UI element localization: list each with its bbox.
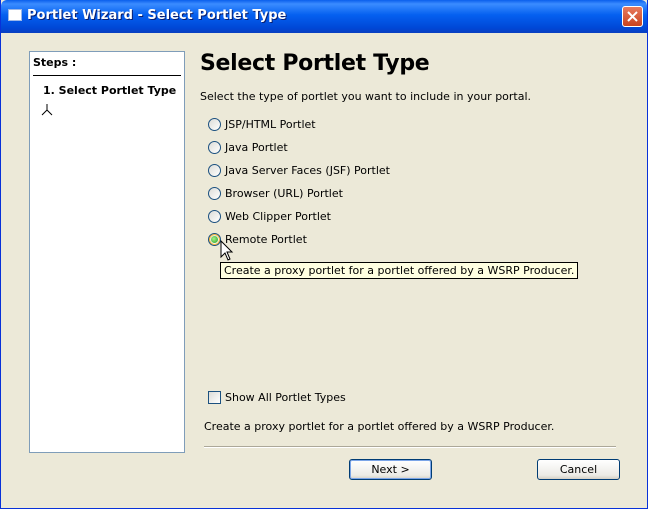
button-separator <box>204 446 616 448</box>
steps-header: Steps : <box>33 56 77 69</box>
cancel-button[interactable]: Cancel <box>537 459 620 480</box>
steps-panel: Steps : 1. Select Portlet Type <box>29 51 185 453</box>
radio-button[interactable] <box>208 141 221 154</box>
radio-selected-dot <box>211 236 218 243</box>
page-title: Select Portlet Type <box>200 51 430 76</box>
radio-button[interactable] <box>208 187 221 200</box>
title-bar[interactable]: Portlet Wizard - Select Portlet Type <box>1 0 647 33</box>
selection-description: Create a proxy portlet for a portlet off… <box>204 420 555 433</box>
branch-arrow-icon <box>41 104 53 116</box>
radio-label: Web Clipper Portlet <box>225 210 331 223</box>
page-description: Select the type of portlet you want to i… <box>200 90 532 103</box>
checkbox-label: Show All Portlet Types <box>225 391 346 404</box>
checkbox[interactable] <box>208 391 221 404</box>
tooltip: Create a proxy portlet for a portlet off… <box>220 262 579 279</box>
radio-label: Browser (URL) Portlet <box>225 187 343 200</box>
window-title: Portlet Wizard - Select Portlet Type <box>27 8 287 23</box>
radio-button[interactable] <box>208 118 221 131</box>
radio-label: Java Server Faces (JSF) Portlet <box>225 164 390 177</box>
radio-button[interactable] <box>208 164 221 177</box>
radio-button[interactable] <box>208 210 221 223</box>
steps-divider <box>33 75 181 76</box>
close-button[interactable] <box>622 6 643 27</box>
radio-label: Remote Portlet <box>225 233 307 246</box>
radio-label: Java Portlet <box>225 141 288 154</box>
window-icon <box>8 9 22 21</box>
radio-label: JSP/HTML Portlet <box>225 118 316 131</box>
next-button[interactable]: Next > <box>349 459 432 480</box>
mouse-pointer-icon <box>220 240 234 261</box>
wizard-window: Portlet Wizard - Select Portlet Type Ste… <box>0 0 648 509</box>
close-icon <box>627 11 638 22</box>
step-item-select-portlet-type[interactable]: 1. Select Portlet Type <box>43 84 176 97</box>
